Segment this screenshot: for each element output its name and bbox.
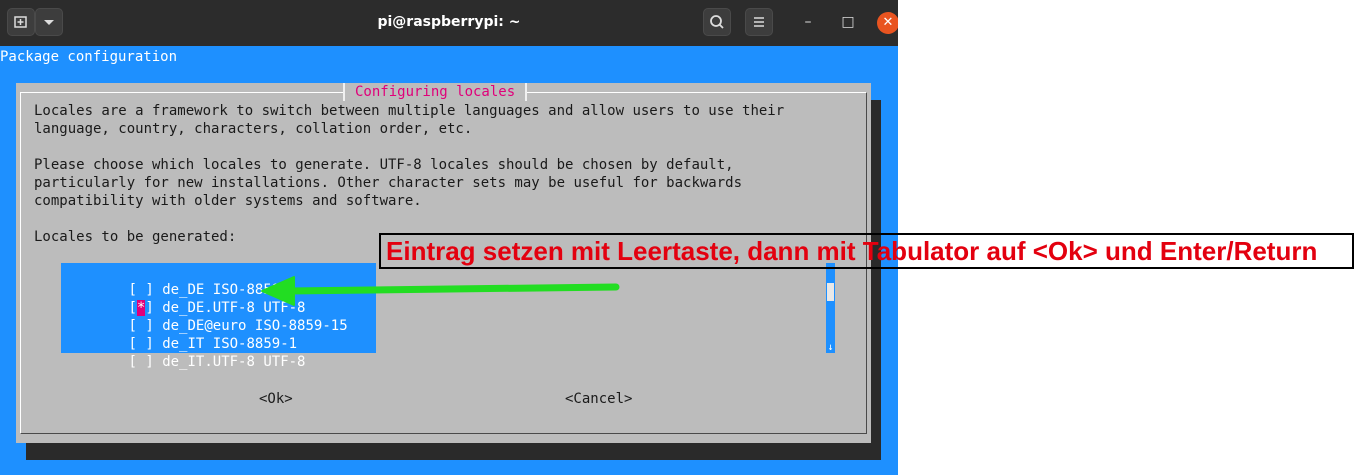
annotation-arrow-icon bbox=[261, 276, 620, 306]
